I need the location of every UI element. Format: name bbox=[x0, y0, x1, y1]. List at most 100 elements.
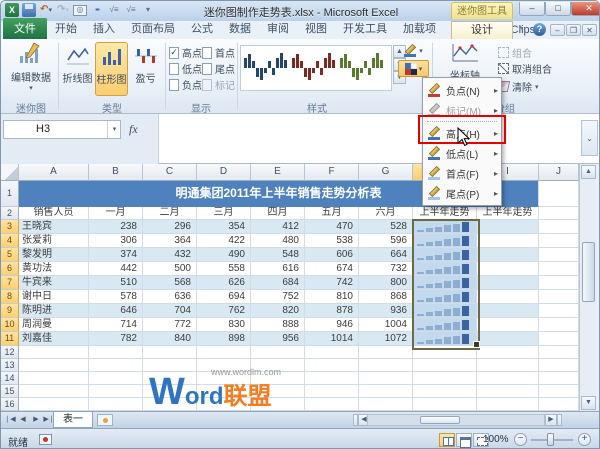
cell-empty[interactable] bbox=[359, 359, 413, 372]
cell-value[interactable]: 782 bbox=[89, 332, 143, 346]
row-header-13[interactable]: 13 bbox=[1, 359, 19, 372]
cell-value[interactable]: 674 bbox=[305, 262, 359, 276]
row-header-7[interactable]: 7 bbox=[1, 276, 19, 290]
sparkline-style-thumbnail[interactable] bbox=[290, 48, 336, 88]
zoom-slider-handle[interactable] bbox=[547, 433, 554, 446]
cell-empty[interactable] bbox=[477, 262, 539, 276]
marker-color-button[interactable]: ▾ bbox=[398, 60, 429, 77]
minimize-button[interactable]: – bbox=[519, 2, 545, 16]
cell-value[interactable]: 528 bbox=[359, 220, 413, 234]
cell-value[interactable]: 596 bbox=[359, 234, 413, 248]
show-option-尾点[interactable]: 尾点 bbox=[202, 61, 235, 76]
sparkline-cell[interactable] bbox=[413, 220, 477, 234]
cell-empty[interactable] bbox=[539, 372, 579, 385]
menu-item-高点[interactable]: 高点(H)▸ bbox=[423, 123, 501, 143]
cell-empty[interactable] bbox=[539, 248, 579, 262]
first-sheet-icon[interactable]: ❘◀ bbox=[4, 414, 16, 426]
cell-empty[interactable] bbox=[539, 385, 579, 398]
cell-value[interactable]: 432 bbox=[143, 248, 197, 262]
cell-empty[interactable] bbox=[477, 318, 539, 332]
sheet-tab-active[interactable]: 表一 bbox=[53, 412, 93, 428]
cell-empty[interactable] bbox=[539, 276, 579, 290]
row-header-14[interactable]: 14 bbox=[1, 372, 19, 385]
zoom-out-icon[interactable]: − bbox=[514, 433, 527, 446]
row-header-6[interactable]: 6 bbox=[1, 262, 19, 276]
cell-empty[interactable] bbox=[251, 359, 305, 372]
cell-empty[interactable] bbox=[477, 346, 539, 359]
cell-value[interactable]: 306 bbox=[89, 234, 143, 248]
cell-empty[interactable] bbox=[413, 359, 477, 372]
cell-empty[interactable] bbox=[477, 234, 539, 248]
cell-empty[interactable] bbox=[539, 207, 579, 220]
cell-value[interactable]: 646 bbox=[89, 304, 143, 318]
ribbon-tab-9[interactable]: 加载项 bbox=[395, 18, 444, 39]
cell-value[interactable]: 1014 bbox=[305, 332, 359, 346]
cell-empty[interactable] bbox=[197, 359, 251, 372]
row-header-16[interactable]: 16 bbox=[1, 398, 19, 411]
cell-value[interactable]: 840 bbox=[143, 332, 197, 346]
cell-empty[interactable] bbox=[19, 385, 89, 398]
cell-empty[interactable] bbox=[477, 248, 539, 262]
formula-input[interactable] bbox=[161, 118, 577, 160]
cell-value[interactable]: 1072 bbox=[359, 332, 413, 346]
cell-name[interactable]: 黎发明 bbox=[19, 248, 89, 262]
cell-value[interactable]: 442 bbox=[89, 262, 143, 276]
menu-item-首点[interactable]: 首点(F)▸ bbox=[423, 163, 501, 183]
next-sheet-icon[interactable]: ▶ bbox=[30, 414, 42, 426]
cell-value[interactable]: 684 bbox=[251, 276, 305, 290]
cell-value[interactable]: 936 bbox=[359, 304, 413, 318]
cell-empty[interactable] bbox=[305, 359, 359, 372]
column-header-J[interactable]: J bbox=[539, 164, 579, 181]
cell-empty[interactable] bbox=[143, 346, 197, 359]
zoom-in-icon[interactable]: + bbox=[578, 433, 591, 446]
row-header-12[interactable]: 12 bbox=[1, 346, 19, 359]
cell-empty[interactable] bbox=[359, 372, 413, 385]
cell-value[interactable]: 510 bbox=[89, 276, 143, 290]
cell-empty[interactable] bbox=[251, 346, 305, 359]
cell-value[interactable]: 354 bbox=[197, 220, 251, 234]
row-header-4[interactable]: 4 bbox=[1, 234, 19, 248]
winloss-sparkline-button[interactable]: 盈亏 bbox=[129, 42, 162, 96]
cell-value[interactable]: 422 bbox=[197, 234, 251, 248]
cell-empty[interactable] bbox=[477, 385, 539, 398]
prev-sheet-icon[interactable]: ◀ bbox=[17, 414, 29, 426]
sparkline-style-thumbnail[interactable] bbox=[338, 48, 384, 88]
workbook-minimize-icon[interactable]: – bbox=[550, 24, 565, 36]
column-header-B[interactable]: B bbox=[89, 164, 143, 181]
cell-empty[interactable] bbox=[413, 385, 477, 398]
menu-item-尾点[interactable]: 尾点(P)▸ bbox=[423, 183, 501, 203]
cell-empty[interactable] bbox=[539, 398, 579, 411]
cell-value[interactable]: 636 bbox=[143, 290, 197, 304]
sparkline-cell[interactable] bbox=[413, 304, 477, 318]
cell-value[interactable]: 480 bbox=[251, 234, 305, 248]
horizontal-scroll-track[interactable] bbox=[367, 414, 545, 426]
menu-item-负点[interactable]: 负点(N)▸ bbox=[423, 80, 501, 100]
cell-value[interactable]: 664 bbox=[359, 248, 413, 262]
zoom-level[interactable]: 100% bbox=[483, 434, 509, 445]
formula-check-icon[interactable]: √≡ bbox=[107, 3, 121, 17]
clear-button[interactable]: 清除 ▾ bbox=[498, 79, 539, 94]
cell-empty[interactable] bbox=[89, 372, 143, 385]
row-header-1[interactable]: 1 bbox=[1, 181, 19, 207]
sparkline-cell[interactable] bbox=[413, 248, 477, 262]
sparkline-color-button[interactable]: ▾ bbox=[398, 42, 429, 59]
ungroup-button[interactable]: 取消组合 bbox=[498, 61, 552, 76]
cell-value[interactable]: 1004 bbox=[359, 318, 413, 332]
ribbon-tab-8[interactable]: 开发工具 bbox=[335, 18, 395, 39]
cell-empty[interactable] bbox=[539, 262, 579, 276]
cell-value[interactable]: 800 bbox=[359, 276, 413, 290]
insert-worksheet-icon[interactable] bbox=[97, 414, 113, 426]
sparkline-cell[interactable] bbox=[413, 318, 477, 332]
tab-split-handle-right[interactable] bbox=[557, 414, 562, 426]
page-layout-view-button[interactable] bbox=[456, 433, 472, 447]
cell-value[interactable]: 626 bbox=[197, 276, 251, 290]
save-icon[interactable] bbox=[22, 3, 36, 17]
normal-view-button[interactable] bbox=[439, 433, 455, 447]
cell-empty[interactable] bbox=[477, 332, 539, 346]
vertical-scrollbar[interactable]: ▲ ▼ bbox=[579, 164, 596, 411]
cell-empty[interactable] bbox=[539, 290, 579, 304]
cell-value[interactable]: 548 bbox=[251, 248, 305, 262]
cell-empty[interactable] bbox=[251, 385, 305, 398]
tab-design[interactable]: 设计 bbox=[451, 21, 513, 39]
cell-value[interactable]: 946 bbox=[305, 318, 359, 332]
